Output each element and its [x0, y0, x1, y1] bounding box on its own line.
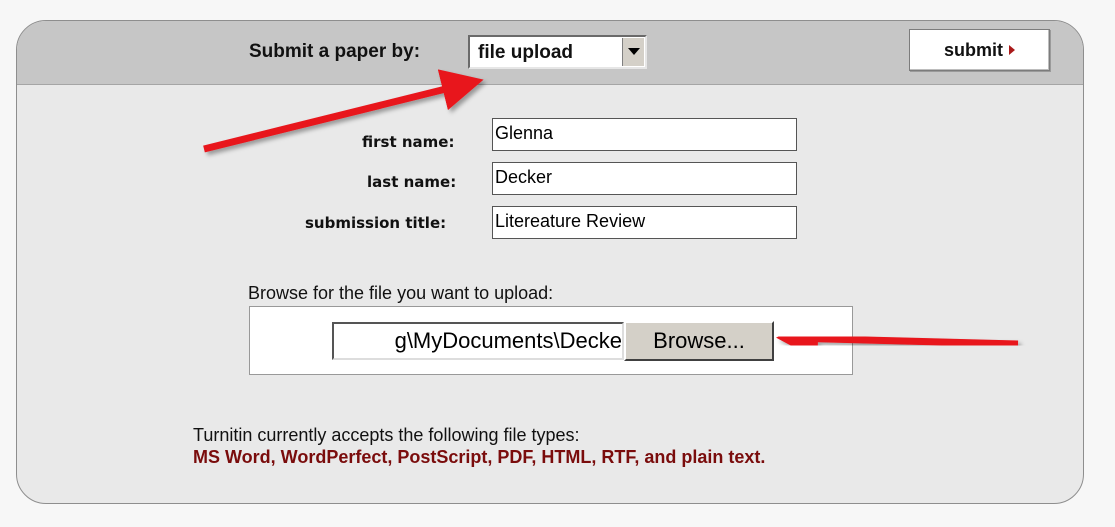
- submission-panel: Submit a paper by: file upload submit fi…: [16, 20, 1084, 504]
- submission-method-select[interactable]: file upload: [468, 35, 647, 69]
- submission-method-value: file upload: [478, 42, 573, 63]
- last-name-field[interactable]: Decker: [492, 162, 797, 195]
- caret-right-icon: [1009, 45, 1015, 55]
- file-path-value: g\MyDocuments\Decke: [394, 328, 622, 353]
- submission-title-field[interactable]: Litereature Review: [492, 206, 797, 239]
- file-upload-box: g\MyDocuments\Decke Browse...: [249, 306, 853, 375]
- file-path-input[interactable]: g\MyDocuments\Decke: [332, 322, 624, 360]
- submit-button[interactable]: submit: [909, 29, 1050, 71]
- file-types-list: MS Word, WordPerfect, PostScript, PDF, H…: [193, 447, 766, 467]
- file-types-intro: Turnitin currently accepts the following…: [193, 425, 580, 445]
- submit-button-label: submit: [943, 40, 1003, 60]
- chevron-down-icon[interactable]: [622, 38, 644, 66]
- submit-by-label: Submit a paper by:: [249, 41, 421, 62]
- first-name-label: first name:: [362, 133, 455, 151]
- screenshot-stage: Submit a paper by: file upload submit fi…: [0, 0, 1115, 527]
- browse-prompt: Browse for the file you want to upload:: [248, 283, 554, 303]
- panel-header: Submit a paper by: file upload submit: [17, 21, 1083, 85]
- submission-title-label: submission title:: [305, 214, 447, 232]
- browse-button[interactable]: Browse...: [624, 321, 774, 361]
- last-name-label: last name:: [367, 173, 457, 191]
- first-name-field[interactable]: Glenna: [492, 118, 797, 151]
